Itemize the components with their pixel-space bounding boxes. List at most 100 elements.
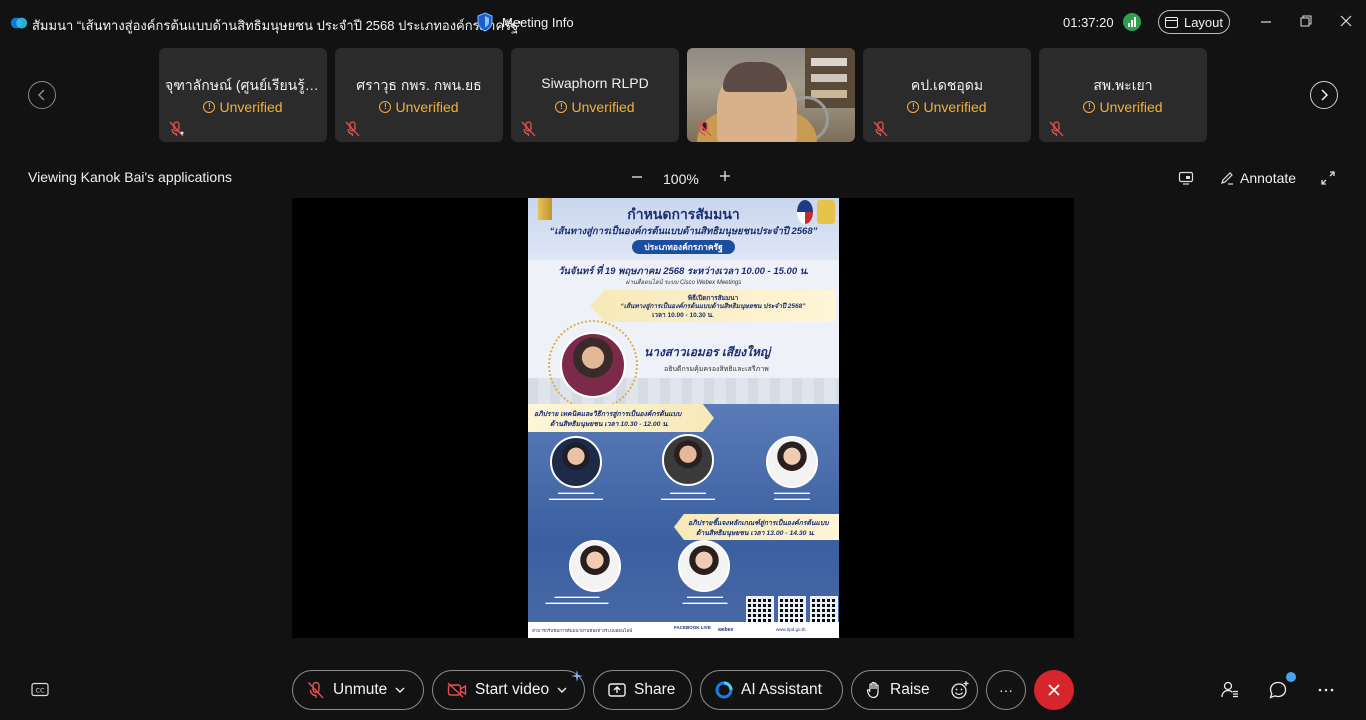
zoom-in-button[interactable]: [718, 167, 732, 188]
poster-category: ประเภทองค์กรภาครัฐ: [632, 240, 735, 254]
status-label: Unverified: [219, 99, 283, 115]
speaker-photo: [662, 434, 714, 486]
more-options-icon: ···: [999, 682, 1013, 698]
poster-footer: สามารถรับชมการสัมมนาผ่านช่องทางระบบออนไล…: [528, 622, 839, 638]
window-title: สัมมนา “เส้นทางสู่องค์กรต้นแบบด้านสิทธิม…: [32, 18, 523, 33]
unmute-button[interactable]: Unmute: [292, 670, 424, 710]
warning-icon: !: [1083, 101, 1096, 113]
plus-icon: [720, 171, 730, 181]
chevron-left-icon: [37, 89, 45, 101]
muted-mic-icon: [169, 121, 184, 137]
network-signal-icon: [1123, 13, 1141, 31]
speaker-caption: ▬▬▬▬▬▬▬▬ ▬▬▬▬▬▬▬▬▬▬▬▬: [549, 490, 603, 501]
pen-icon: [1221, 172, 1233, 185]
participant-status: ! Unverified: [863, 99, 1031, 115]
qr-code: [778, 596, 806, 624]
participant-name: คป.เดชอุดม: [910, 77, 984, 93]
shared-content-area[interactable]: กำหนดการสัมมนา “เส้นทางสู่การเป็นองค์กรต…: [292, 198, 1074, 638]
more-panels-icon[interactable]: [1316, 680, 1336, 700]
session2-time: ด้านสิทธิมนุษยชน เวลา 13.00 - 14.30 น.: [696, 530, 815, 537]
warning-icon: !: [907, 101, 920, 113]
participant-tile[interactable]: Siwaphorn RLPD ! Unverified: [511, 48, 679, 142]
minimize-icon[interactable]: [1258, 14, 1274, 30]
fullscreen-icon[interactable]: [1320, 170, 1336, 186]
poster-session2-band: อภิปรายชี้แจงหลักเกณฑ์สู่การเป็นองค์กรต้…: [674, 514, 839, 540]
viewing-label: Viewing Kanok Bai's applications: [28, 169, 232, 185]
speaker-photo: [569, 540, 621, 592]
sparkle-icon: [571, 670, 583, 682]
zoom-level: 100%: [663, 171, 699, 187]
status-label: Unverified: [923, 99, 987, 115]
poster-chief-photo: [560, 332, 626, 398]
start-video-label: Start video: [475, 681, 550, 698]
restore-icon[interactable]: [1298, 14, 1314, 30]
participant-name: ศราวุธ กพร. กพน.ยธ: [356, 77, 482, 93]
speaker-caption: ▬▬▬▬▬▬▬▬ ▬▬▬▬▬▬▬▬▬▬▬▬: [661, 490, 715, 501]
chevron-down-icon: [395, 687, 405, 693]
closed-captions-icon[interactable]: CC: [31, 682, 49, 698]
participant-tile[interactable]: คป.เดชอุดม ! Unverified: [863, 48, 1031, 142]
footer-website: www.rlpd.go.th: [776, 627, 806, 632]
share-button[interactable]: Share: [593, 670, 692, 710]
participant-tile[interactable]: ศราวุธ กพร. กพน.ยธ ! Unverified: [335, 48, 503, 142]
chat-icon[interactable]: [1268, 680, 1288, 700]
warning-icon: !: [203, 101, 216, 113]
participant-status: ! Unverified: [511, 99, 679, 115]
qr-code: [810, 596, 838, 624]
svg-text:CC: CC: [35, 687, 45, 695]
participants-icon[interactable]: [1220, 680, 1240, 700]
participant-tile[interactable]: สพ.พะเยา ! Unverified: [1039, 48, 1207, 142]
status-label: Unverified: [571, 99, 635, 115]
participants-next-button[interactable]: [1310, 81, 1338, 109]
footer-facebook: FACEBOOK LIVE: [674, 625, 711, 630]
participant-video-tile[interactable]: [687, 48, 855, 142]
end-call-button[interactable]: [1034, 670, 1074, 710]
share-label: Share: [634, 681, 676, 698]
annotate-button[interactable]: Annotate: [1220, 170, 1296, 186]
participant-name: สพ.พะเยา: [1093, 77, 1153, 93]
video-person-hair: [723, 62, 787, 92]
muted-mic-icon: [521, 121, 536, 137]
poster-title: กำหนดการสัมมนา: [627, 206, 740, 222]
shield-icon: [477, 12, 493, 32]
speaker-caption: ▬▬▬▬▬▬▬▬ ▬▬▬▬▬▬▬▬: [774, 490, 810, 501]
unmute-label: Unmute: [333, 681, 388, 698]
share-view-options-icon[interactable]: [1178, 170, 1194, 186]
warning-icon: !: [379, 101, 392, 113]
participant-tile[interactable]: จุฑาลักษณ์ (ศูนย์เรียนรู้ฯ... ! Unverifie…: [159, 48, 327, 142]
share-screen-icon: [608, 682, 626, 697]
shared-poster: กำหนดการสัมมนา “เส้นทางสู่การเป็นองค์กรต…: [528, 198, 839, 638]
close-icon[interactable]: [1338, 14, 1354, 30]
muted-mic-icon: [873, 121, 888, 137]
muted-mic-icon: [1049, 121, 1064, 137]
chevron-down-icon: [557, 687, 567, 693]
poster-subtitle: “เส้นทางสู่การเป็นองค์กรต้นแบบด้านสิทธิม…: [549, 226, 818, 237]
participant-name: Siwaphorn RLPD: [541, 75, 649, 91]
start-video-button[interactable]: Start video: [432, 670, 585, 710]
opening-time: เวลา 10.00 - 10.30 น.: [652, 312, 714, 319]
footer-webex: webex: [718, 627, 734, 633]
zoom-out-button[interactable]: [630, 168, 644, 189]
meeting-info-button[interactable]: Meeting Info: [476, 12, 574, 32]
layout-icon: [1164, 16, 1178, 28]
close-icon: [1048, 684, 1060, 696]
poster-chief-name: นางสาวเอมอร เสียงใหญ่: [644, 345, 771, 359]
participants-prev-button[interactable]: [28, 81, 56, 109]
speaker-photo: [550, 436, 602, 488]
hand-icon: [866, 681, 879, 699]
speaker-photo: [766, 436, 818, 488]
more-options-button[interactable]: ···: [986, 670, 1026, 710]
video-off-icon: [447, 682, 467, 698]
minus-icon: [632, 176, 642, 178]
poster-header: กำหนดการสัมมนา “เส้นทางสู่การเป็นองค์กรต…: [528, 198, 839, 260]
poster-session1-band: อภิปราย เทคนิคและวิธีการสู่การเป็นองค์กร…: [528, 404, 714, 432]
ai-assistant-button[interactable]: AI Assistant: [700, 670, 843, 710]
poster-via: ผ่านสื่ออนไลน์ ระบบ Cisco Webex Meetings: [625, 280, 742, 286]
warning-icon: !: [555, 101, 568, 113]
ai-assistant-label: AI Assistant: [741, 681, 822, 698]
speaker-caption: ▬▬▬▬▬▬▬▬▬▬ ▬▬▬▬▬▬▬▬▬▬▬▬▬▬: [545, 594, 609, 605]
meeting-info-label: Meeting Info: [502, 14, 574, 30]
raise-hand-button[interactable]: Raise: [851, 670, 978, 710]
chat-notification-badge: [1286, 672, 1296, 682]
layout-button[interactable]: Layout: [1158, 10, 1230, 34]
